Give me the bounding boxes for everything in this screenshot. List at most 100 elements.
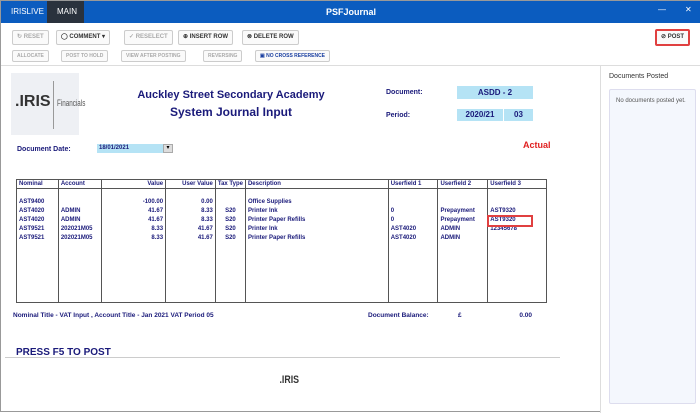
table-cell[interactable]: AST4020 — [16, 206, 59, 216]
period-number-field[interactable]: 03 — [504, 109, 533, 121]
table-cell[interactable]: AST9521 — [16, 224, 59, 234]
column-header[interactable]: Description — [244, 179, 389, 189]
table-cell[interactable]: 41.67 — [165, 224, 216, 234]
reset-label: RESET — [23, 34, 44, 40]
table-cell[interactable]: ADMIN — [57, 206, 102, 216]
column-header[interactable]: Userfield 3 — [487, 179, 547, 189]
reset-icon: ↻ — [17, 34, 24, 40]
table-cell[interactable]: ADMIN — [437, 233, 489, 243]
post-button[interactable]: ⊘ POST — [655, 29, 691, 46]
table-cell[interactable] — [437, 197, 489, 207]
table-cell[interactable]: 8.33 — [165, 206, 216, 216]
table-cell[interactable]: 41.67 — [100, 206, 167, 216]
table-cell[interactable]: Printer Ink — [244, 206, 389, 216]
table-cell[interactable]: 8.33 — [165, 215, 216, 225]
table-cell[interactable]: Office Supplies — [244, 197, 389, 207]
table-cell[interactable] — [244, 242, 389, 303]
table-cell[interactable]: Printer Ink — [244, 224, 389, 234]
table-cell[interactable]: ADMIN — [57, 215, 102, 225]
table-cell[interactable]: AST9521 — [16, 233, 59, 243]
table-cell[interactable]: Printer Paper Refills — [244, 215, 389, 225]
insert-row-button[interactable]: ⊕ INSERT ROW — [178, 30, 234, 45]
document-balance: 0.00 — [519, 312, 532, 319]
table-cell[interactable] — [57, 197, 102, 207]
table-cell — [100, 188, 167, 198]
post-to-hold-button[interactable]: POST TO HOLD — [61, 50, 109, 62]
table-row[interactable]: AST9521 202021M05 8.33 41.67 S20 Printer Ink A… — [16, 224, 547, 234]
table-cell[interactable] — [487, 197, 547, 207]
column-header[interactable]: Value — [100, 179, 167, 189]
table-cell[interactable] — [165, 242, 216, 303]
table-cell[interactable]: S20 — [214, 215, 246, 225]
view-after-posting-button[interactable]: VIEW AFTER POSTING — [121, 50, 186, 62]
table-cell[interactable] — [100, 242, 167, 303]
table-cell — [387, 188, 439, 198]
column-header[interactable]: Userfield 1 — [387, 179, 439, 189]
table-cell[interactable]: 41.67 — [100, 215, 167, 225]
document-date-field[interactable]: 18/01/2021 — [97, 144, 163, 153]
table-cell[interactable]: Printer Paper Refills — [244, 233, 389, 243]
table-cell[interactable]: 202021M05 — [57, 233, 102, 243]
table-cell[interactable]: ADMIN — [437, 224, 489, 234]
table-cell[interactable]: 8.33 — [100, 224, 167, 234]
reselect-button[interactable]: ✓ RESELECT — [124, 30, 173, 45]
column-header[interactable]: Tax Type — [214, 179, 246, 189]
reselect-icon: ✓ — [129, 34, 136, 40]
no-cross-reference-button[interactable]: ▣ NO CROSS REFERENCE — [255, 50, 331, 62]
table-cell[interactable]: AST4020 — [16, 215, 59, 225]
date-dropdown-button[interactable]: ▾ — [163, 144, 173, 153]
column-header[interactable]: Nominal — [16, 179, 59, 189]
table-cell[interactable] — [57, 242, 102, 303]
table-row[interactable]: AST9400 -100.00 0.00 Office Supplies — [16, 197, 547, 207]
table-cell[interactable] — [214, 242, 246, 303]
table-row[interactable]: AST9521 202021M05 8.33 41.67 S20 Printer Pape… — [16, 233, 547, 243]
title-bar: IRISLIVE MAIN PSFJournal — ✕ — [1, 1, 700, 23]
table-cell[interactable] — [214, 197, 246, 207]
panel-title: Documents Posted — [609, 73, 669, 80]
delete-row-button[interactable]: ⊗ DELETE ROW — [242, 30, 299, 45]
table-cell[interactable] — [487, 242, 547, 303]
table-row — [16, 242, 547, 303]
table-cell[interactable]: 41.67 — [165, 233, 216, 243]
document-label: Document: — [386, 89, 423, 96]
table-cell[interactable]: 202021M05 — [57, 224, 102, 234]
close-button[interactable]: ✕ — [685, 5, 692, 14]
table-cell[interactable]: 8.33 — [100, 233, 167, 243]
table-cell[interactable]: Prepayment — [437, 206, 489, 216]
document-field[interactable]: ASDD - 2 — [457, 86, 533, 99]
x-circle-icon: ⊗ — [247, 34, 254, 40]
table-cell[interactable] — [387, 197, 439, 207]
tab-main[interactable]: MAIN — [47, 1, 84, 23]
reset-button[interactable]: ↻ RESET — [12, 30, 49, 45]
minimize-button[interactable]: — — [658, 5, 666, 14]
column-header[interactable]: User Value — [165, 179, 216, 189]
table-cell[interactable]: S20 — [214, 233, 246, 243]
comment-button[interactable]: ◯ COMMENT ▾ — [56, 30, 111, 45]
table-cell[interactable]: 0 — [387, 215, 439, 225]
allocate-button[interactable]: ALLOCATE — [12, 50, 49, 62]
table-cell[interactable] — [16, 242, 59, 303]
period-year-field[interactable]: 2020/21 — [457, 109, 503, 121]
table-row — [16, 188, 547, 198]
table-cell[interactable]: S20 — [214, 206, 246, 216]
table-cell[interactable]: Prepayment — [437, 215, 489, 225]
table-row[interactable]: AST4020 ADMIN 41.67 8.33 S20 Printer Paper Re… — [16, 215, 547, 225]
table-cell[interactable]: 0 — [387, 206, 439, 216]
table-cell[interactable] — [487, 233, 547, 243]
reversing-button[interactable]: REVERSING — [203, 50, 243, 62]
table-cell[interactable] — [437, 242, 489, 303]
table-cell[interactable] — [387, 242, 439, 303]
table-cell[interactable]: AST4020 — [387, 233, 439, 243]
column-header[interactable]: Userfield 2 — [437, 179, 489, 189]
table-cell[interactable]: 0.00 — [165, 197, 216, 207]
table-cell[interactable]: -100.00 — [100, 197, 167, 207]
table-cell[interactable]: AST4020 — [387, 224, 439, 234]
table-cell[interactable]: AST9400 — [16, 197, 59, 207]
check-circle-icon: ⊘ — [661, 34, 668, 40]
table-row[interactable]: AST4020 ADMIN 41.67 8.33 S20 Printer Ink 0 Prep… — [16, 206, 547, 216]
table-cell — [16, 188, 59, 198]
column-header[interactable]: Account — [57, 179, 102, 189]
table-cell[interactable]: S20 — [214, 224, 246, 234]
tab-irislive[interactable]: IRISLIVE — [1, 1, 54, 23]
post-label: POST — [667, 34, 685, 40]
